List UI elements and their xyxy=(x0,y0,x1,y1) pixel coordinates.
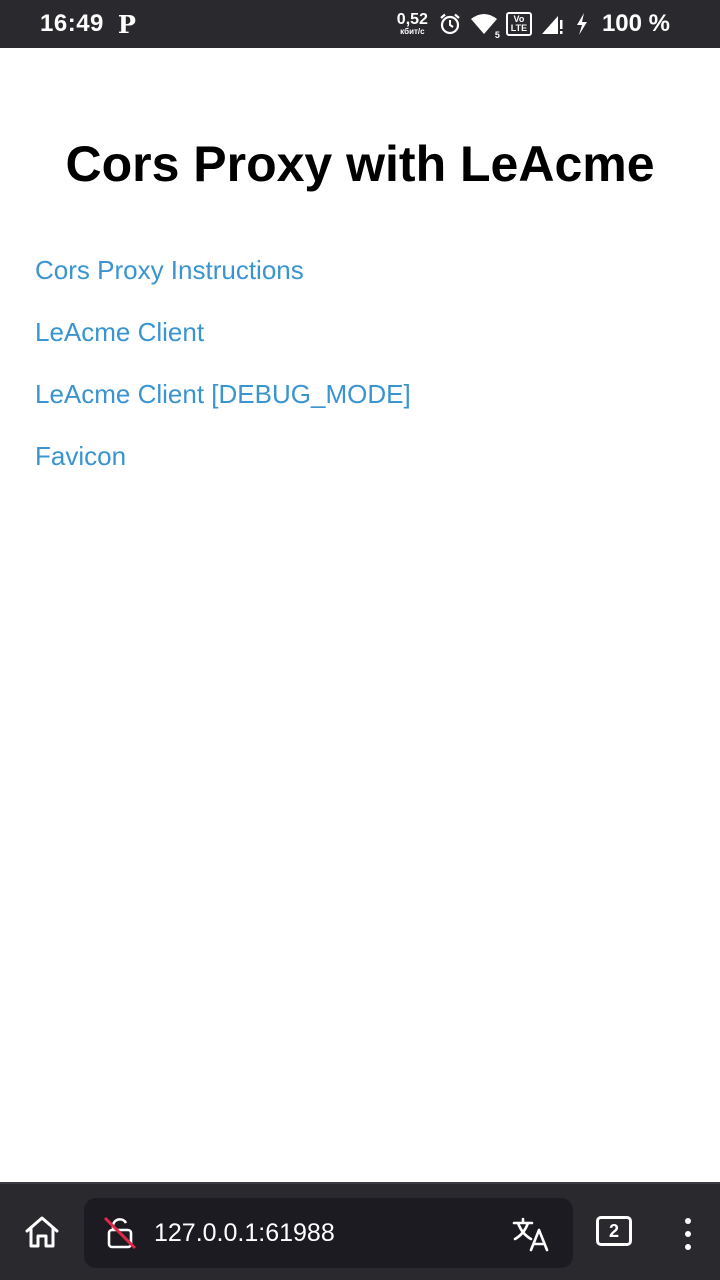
signal-icon xyxy=(540,12,566,36)
insecure-lock-icon[interactable] xyxy=(102,1215,138,1251)
url-bar[interactable]: 127.0.0.1:61988 xyxy=(84,1198,573,1268)
link-leacme-client-debug[interactable]: LeAcme Client [DEBUG_MODE] xyxy=(35,376,411,438)
url-text[interactable]: 127.0.0.1:61988 xyxy=(154,1198,335,1268)
link-list: Cors Proxy Instructions LeAcme Client Le… xyxy=(35,252,411,500)
volte-icon: Vo LTE xyxy=(505,12,532,36)
battery-level: 100 % xyxy=(601,10,670,37)
alarm-icon xyxy=(438,12,462,36)
network-speed-value: 0,52 xyxy=(396,11,428,28)
volte-label-bottom: LTE xyxy=(510,23,528,33)
browser-toolbar: 127.0.0.1:61988 2 xyxy=(0,1182,720,1280)
status-icons: 0,52 кбит/с 5 Vo LTE 100 % xyxy=(397,0,670,48)
charging-icon xyxy=(574,12,590,36)
menu-icon[interactable] xyxy=(672,1214,704,1254)
status-bar: 16:49 P 0,52 кбит/с 5 Vo LTE 100 % xyxy=(0,0,720,48)
wifi-badge: 5 xyxy=(494,30,500,40)
home-icon[interactable] xyxy=(22,1212,62,1252)
translate-icon[interactable] xyxy=(511,1214,551,1254)
p-indicator-icon: P xyxy=(117,9,136,39)
tabs-button[interactable]: 2 xyxy=(596,1216,632,1246)
link-favicon[interactable]: Favicon xyxy=(35,438,411,500)
link-cors-proxy-instructions[interactable]: Cors Proxy Instructions xyxy=(35,252,411,314)
wifi-icon: 5 xyxy=(470,12,500,40)
network-speed: 0,52 кбит/с xyxy=(397,12,428,36)
network-speed-unit: кбит/с xyxy=(400,27,425,36)
link-leacme-client[interactable]: LeAcme Client xyxy=(35,314,411,376)
status-time: 16:49 xyxy=(40,10,104,37)
page-title: Cors Proxy with LeAcme xyxy=(65,136,655,192)
